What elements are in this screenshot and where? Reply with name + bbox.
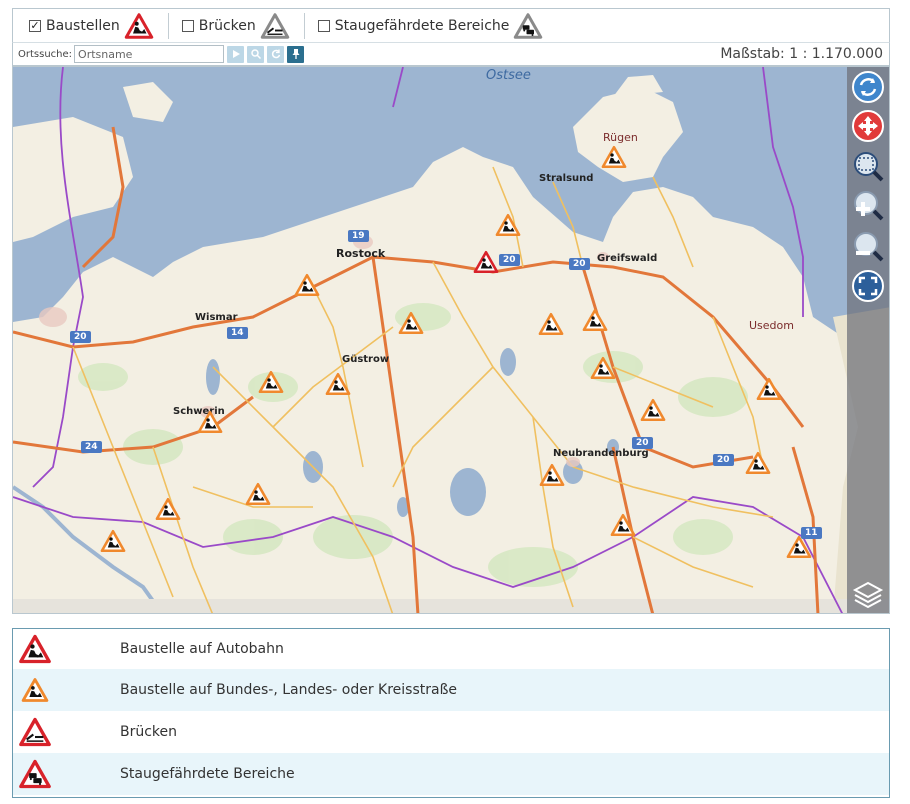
zoom-in-icon [854, 191, 884, 221]
roadwork-road-marker[interactable] [601, 145, 627, 169]
filter-stau[interactable]: Staugefährdete Bereiche [303, 11, 558, 41]
zoom-out-button[interactable] [851, 229, 885, 263]
road-shield: 14 [227, 327, 248, 339]
road-shield: 24 [81, 441, 102, 453]
roadwork-road-marker[interactable] [590, 356, 616, 380]
reset-icon [271, 49, 280, 59]
city-label-guestrow: Güstrow [342, 354, 390, 365]
legend-row-road: Baustelle auf Bundes-, Landes- oder Krei… [13, 669, 889, 711]
road-shield: 20 [70, 331, 91, 343]
traffic-jam-icon [18, 759, 52, 789]
map-view[interactable]: Ostsee Rügen Stralsund Rostock Greifswal… [12, 66, 890, 614]
filter-baustellen[interactable]: ✓ Baustellen [13, 11, 168, 41]
road-shield: 20 [569, 258, 590, 270]
search-input[interactable] [74, 45, 225, 63]
roadwork-road-marker[interactable] [294, 273, 320, 297]
roadwork-road-marker[interactable] [786, 535, 812, 559]
legend-row-autobahn: Baustelle auf Autobahn [13, 629, 889, 669]
filter-bruecken[interactable]: Brücken [167, 11, 304, 41]
roadwork-autobahn-marker[interactable] [473, 250, 499, 274]
pan-icon [852, 110, 884, 142]
filter-label-stau: Staugefährdete Bereiche [334, 17, 510, 34]
roadwork-road-marker[interactable] [539, 463, 565, 487]
roadwork-road-marker[interactable] [610, 513, 636, 537]
roadwork-road-marker[interactable] [756, 377, 782, 401]
city-label-neubrandenburg: Neubrandenburg [553, 448, 649, 459]
bruecken-checkbox[interactable] [181, 19, 194, 32]
zoom-out-icon [854, 232, 884, 262]
play-icon [232, 50, 240, 58]
pin-icon [292, 49, 300, 59]
map-legend: Baustelle auf Autobahn Baustelle auf Bun… [12, 628, 890, 798]
legend-label: Baustelle auf Autobahn [120, 641, 284, 657]
roadwork-road-marker[interactable] [245, 482, 271, 506]
roadwork-warning-red-icon [124, 12, 154, 40]
roadwork-autobahn-icon [18, 634, 52, 664]
search-go-button[interactable] [227, 45, 245, 63]
stau-checkbox[interactable] [317, 19, 330, 32]
roadwork-road-marker[interactable] [197, 410, 223, 434]
roadwork-road-marker[interactable] [325, 372, 351, 396]
layers-icon [852, 581, 884, 609]
city-label-usedom: Usedom [749, 319, 794, 332]
search-reset-button[interactable] [267, 45, 285, 63]
zoom-box-button[interactable] [851, 149, 885, 183]
city-label-ruegen: Rügen [603, 131, 638, 144]
zoom-box-icon [854, 152, 884, 182]
legend-label: Baustelle auf Bundes-, Landes- oder Krei… [120, 682, 458, 698]
map-base-layer [13, 67, 889, 613]
baustellen-checkbox[interactable]: ✓ [29, 19, 41, 32]
magnifier-icon [250, 49, 261, 60]
road-shield: 20 [713, 454, 734, 466]
search-label: Ortssuche: [18, 48, 73, 60]
sea-label: Ostsee [486, 68, 531, 83]
map-scale: Maßstab: 1 : 1.170.000 [720, 46, 883, 62]
map-controls [847, 67, 889, 613]
zoom-in-button[interactable] [851, 188, 885, 222]
bridge-icon [18, 717, 52, 747]
roadwork-road-marker[interactable] [155, 497, 181, 521]
roadwork-road-marker[interactable] [100, 529, 126, 553]
city-label-wismar: Wismar [195, 312, 238, 323]
road-shield: 19 [348, 230, 369, 242]
roadwork-road-marker[interactable] [582, 308, 608, 332]
layer-filter-bar: ✓ Baustellen Brücken Staugefährdete Bere… [12, 8, 890, 42]
legend-row-jam: Staugefährdete Bereiche [13, 753, 889, 795]
legend-row-bridge: Brücken [13, 711, 889, 753]
fullscreen-icon [852, 270, 884, 302]
refresh-icon [852, 71, 884, 103]
road-shield: 20 [632, 437, 653, 449]
roadwork-road-marker[interactable] [398, 311, 424, 335]
city-label-rostock: Rostock [336, 247, 386, 260]
roadwork-road-marker[interactable] [538, 312, 564, 336]
roadwork-road-marker[interactable] [495, 213, 521, 237]
layers-button[interactable] [851, 577, 885, 611]
city-label-greifswald: Greifswald [597, 253, 658, 264]
roadwork-road-marker[interactable] [745, 451, 771, 475]
bridge-warning-grey-icon [260, 12, 290, 40]
road-shield: 20 [499, 254, 520, 266]
refresh-button[interactable] [851, 70, 885, 104]
traffic-jam-warning-grey-icon [513, 12, 543, 40]
filter-label-baustellen: Baustellen [46, 17, 120, 34]
roadwork-road-marker[interactable] [640, 398, 666, 422]
roadwork-road-marker[interactable] [258, 370, 284, 394]
map-toolbar: Ortssuche: Maßstab: 1 : 1.170.000 [12, 42, 890, 66]
roadwork-road-icon [21, 675, 49, 705]
filter-label-bruecken: Brücken [198, 17, 256, 34]
search-zoom-button[interactable] [247, 45, 265, 63]
pan-button[interactable] [851, 109, 885, 143]
city-label-stralsund: Stralsund [539, 173, 594, 184]
fullscreen-button[interactable] [851, 269, 885, 303]
search-pin-button[interactable] [287, 45, 305, 63]
legend-label: Staugefährdete Bereiche [120, 766, 295, 782]
legend-label: Brücken [120, 724, 178, 740]
